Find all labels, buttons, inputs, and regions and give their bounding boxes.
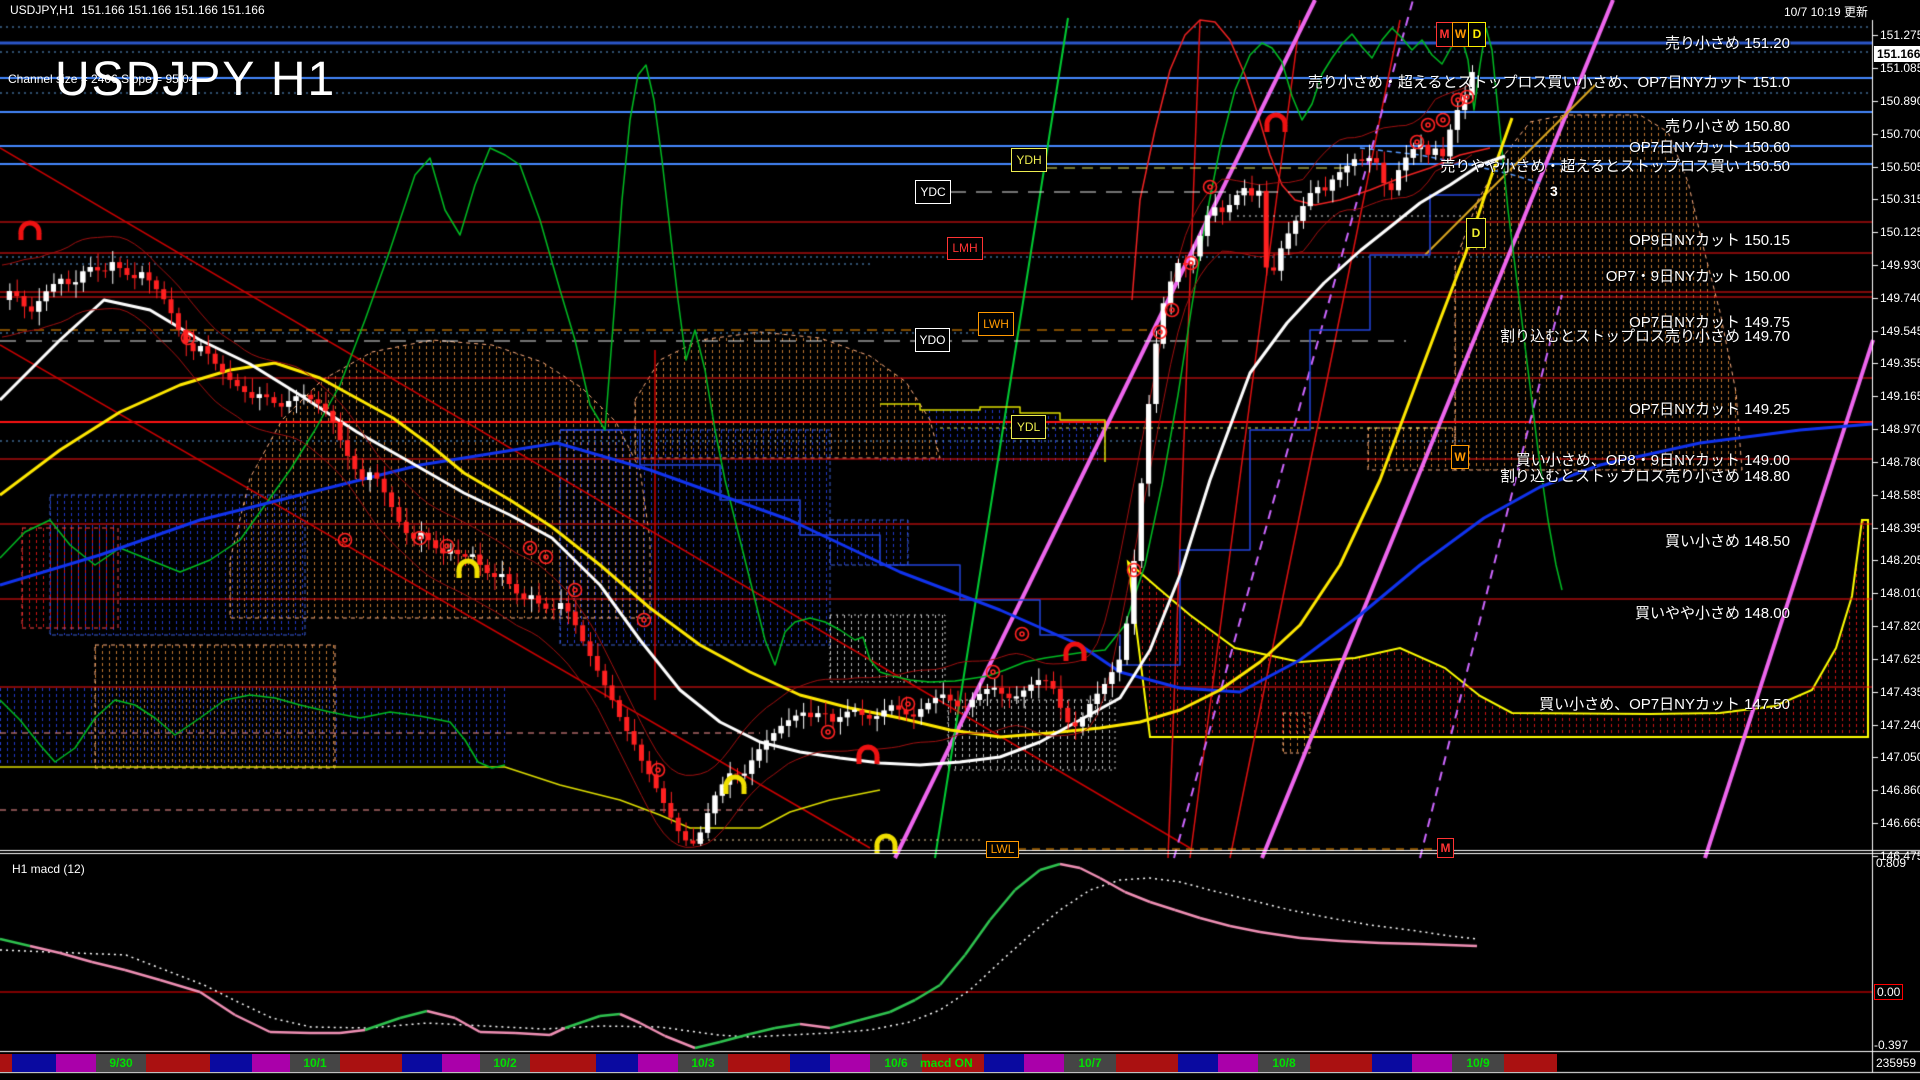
- date-band-segment: [442, 1054, 480, 1072]
- level-annotation: 売り小さめ 150.80: [1664, 118, 1790, 135]
- date-label: 10/1: [303, 1056, 327, 1070]
- macd-min-label: -0.397: [1874, 1038, 1909, 1052]
- level-annotation: 買いやや小さめ 148.00: [1634, 605, 1790, 622]
- date-band-segment: [1024, 1054, 1064, 1072]
- price-tick-label: 147.435: [1880, 685, 1920, 699]
- date-band-segment: [340, 1054, 402, 1072]
- level-annotation: 割り込むとストップロス売り小さめ 149.70: [1499, 328, 1790, 345]
- level-annotation: OP9日NYカット 150.15: [1629, 232, 1790, 249]
- date-label: 10/8: [1272, 1056, 1296, 1070]
- level-label-lmh: LMH: [947, 237, 983, 260]
- date-band-segment: [252, 1054, 290, 1072]
- price-tick-label: 148.970: [1880, 422, 1920, 436]
- level-annotation: 買い小さめ、OP7日NYカット 147.50: [1539, 696, 1790, 713]
- price-tick-label: 150.315: [1880, 192, 1920, 206]
- price-tick-label: 148.010: [1880, 586, 1920, 600]
- date-band-segment: [12, 1054, 56, 1072]
- price-tick-label: 149.355: [1880, 356, 1920, 370]
- last-updated: 10/7 10:19 更新: [1783, 5, 1868, 19]
- timeframe-button-w[interactable]: W: [1452, 22, 1469, 47]
- date-band-segment: [790, 1054, 830, 1072]
- macd-panel-label: H1 macd (12): [12, 862, 85, 876]
- macd-on-label: macd ON: [920, 1056, 973, 1070]
- timeframe-button-d[interactable]: D: [1468, 22, 1486, 47]
- price-tick-label: 149.740: [1880, 291, 1920, 305]
- level-annotation: 売り小さめ・超えるとストップロス買い小さめ、OP7日NYカット 151.0: [1307, 74, 1790, 91]
- price-tick-label: 148.395: [1880, 521, 1920, 535]
- date-band-segment: [146, 1054, 210, 1072]
- date-band-segment: [210, 1054, 252, 1072]
- status-bar: USDJPY,H1 151.166 151.166 151.166 151.16…: [0, 0, 1920, 20]
- date-band-segment: [728, 1054, 790, 1072]
- date-band-segment: [0, 1054, 12, 1072]
- timeframe-button-w[interactable]: W: [1451, 445, 1469, 469]
- price-tick-label: 147.240: [1880, 718, 1920, 732]
- date-band-segment: [1504, 1054, 1557, 1072]
- date-band-segment: [1412, 1054, 1452, 1072]
- macd-zero-tag: 0.00: [1874, 984, 1904, 1000]
- time-footer-label: 235959: [1876, 1056, 1917, 1070]
- mt4-chart-window: USDJPY,H1 151.166 151.166 151.166 151.16…: [0, 0, 1920, 1080]
- level-annotation: 割り込むとストップロス売り小さめ 148.80: [1499, 468, 1790, 485]
- date-band-segment: [1178, 1054, 1218, 1072]
- timeframe-button-m[interactable]: M: [1437, 838, 1454, 858]
- date-band-segment: [1116, 1054, 1178, 1072]
- level-annotation: OP7日NYカット 150.60: [1629, 139, 1790, 156]
- current-price-tag: 151.166: [1874, 46, 1920, 62]
- price-tick-label: 146.665: [1880, 816, 1920, 830]
- price-tick-label: 151.275: [1880, 28, 1920, 42]
- price-tick-label: 146.860: [1880, 783, 1920, 797]
- date-band-segment: [1372, 1054, 1412, 1072]
- date-band-segment: [1218, 1054, 1258, 1072]
- price-tick-label: 149.930: [1880, 258, 1920, 272]
- date-band-segment: [530, 1054, 596, 1072]
- price-tick-label: 147.625: [1880, 652, 1920, 666]
- date-label: 10/3: [691, 1056, 715, 1070]
- date-band-segment: [596, 1054, 638, 1072]
- date-band-segment: [56, 1054, 96, 1072]
- date-label: 10/7: [1078, 1056, 1102, 1070]
- count-label: 3: [1550, 183, 1558, 199]
- symbol-quote-line: USDJPY,H1 151.166 151.166 151.166 151.16…: [10, 3, 265, 17]
- date-band-segment: [402, 1054, 442, 1072]
- price-tick-label: 148.205: [1880, 553, 1920, 567]
- price-tick-label: 150.125: [1880, 225, 1920, 239]
- macd-max-label: 0.809: [1876, 856, 1907, 870]
- level-label-ydc: YDC: [915, 180, 951, 204]
- level-annotation: 売り小さめ 151.20: [1664, 35, 1790, 52]
- level-label-lwh: LWH: [978, 312, 1014, 336]
- price-tick-label: 150.890: [1880, 94, 1920, 108]
- channel-info-label: Channel size = 2406 Slope = 95.04: [8, 72, 196, 86]
- timeframe-button-d[interactable]: D: [1466, 218, 1486, 248]
- timeframe-button-m[interactable]: M: [1436, 22, 1453, 47]
- level-annotation: OP7日NYカット 149.25: [1629, 401, 1790, 418]
- date-label: 9/30: [109, 1056, 133, 1070]
- level-label-ydh: YDH: [1011, 148, 1047, 172]
- price-tick-label: 148.585: [1880, 488, 1920, 502]
- date-band-segment: [1310, 1054, 1372, 1072]
- level-label-ydo: YDO: [915, 328, 950, 352]
- price-tick-label: 150.505: [1880, 160, 1920, 174]
- date-label: 10/9: [1466, 1056, 1490, 1070]
- price-tick-label: 149.545: [1880, 324, 1920, 338]
- level-annotation: 売りやや小さめ・超えるとストップロス買い 150.50: [1440, 158, 1790, 175]
- date-label: 10/2: [493, 1056, 517, 1070]
- date-label: 10/6: [884, 1056, 908, 1070]
- date-band-segment: [984, 1054, 1024, 1072]
- date-band-segment: [830, 1054, 870, 1072]
- level-label-lwl: LWL: [986, 841, 1019, 858]
- price-tick-label: 150.700: [1880, 127, 1920, 141]
- level-annotation: OP7・9日NYカット 150.00: [1605, 268, 1790, 285]
- level-label-ydl: YDL: [1011, 415, 1046, 439]
- price-tick-label: 151.085: [1880, 61, 1920, 75]
- level-annotation: 買い小さめ 148.50: [1664, 533, 1790, 550]
- price-tick-label: 149.165: [1880, 389, 1920, 403]
- price-tick-label: 147.050: [1880, 750, 1920, 764]
- price-tick-label: 147.820: [1880, 619, 1920, 633]
- price-tick-label: 148.780: [1880, 455, 1920, 469]
- date-band-segment: [638, 1054, 678, 1072]
